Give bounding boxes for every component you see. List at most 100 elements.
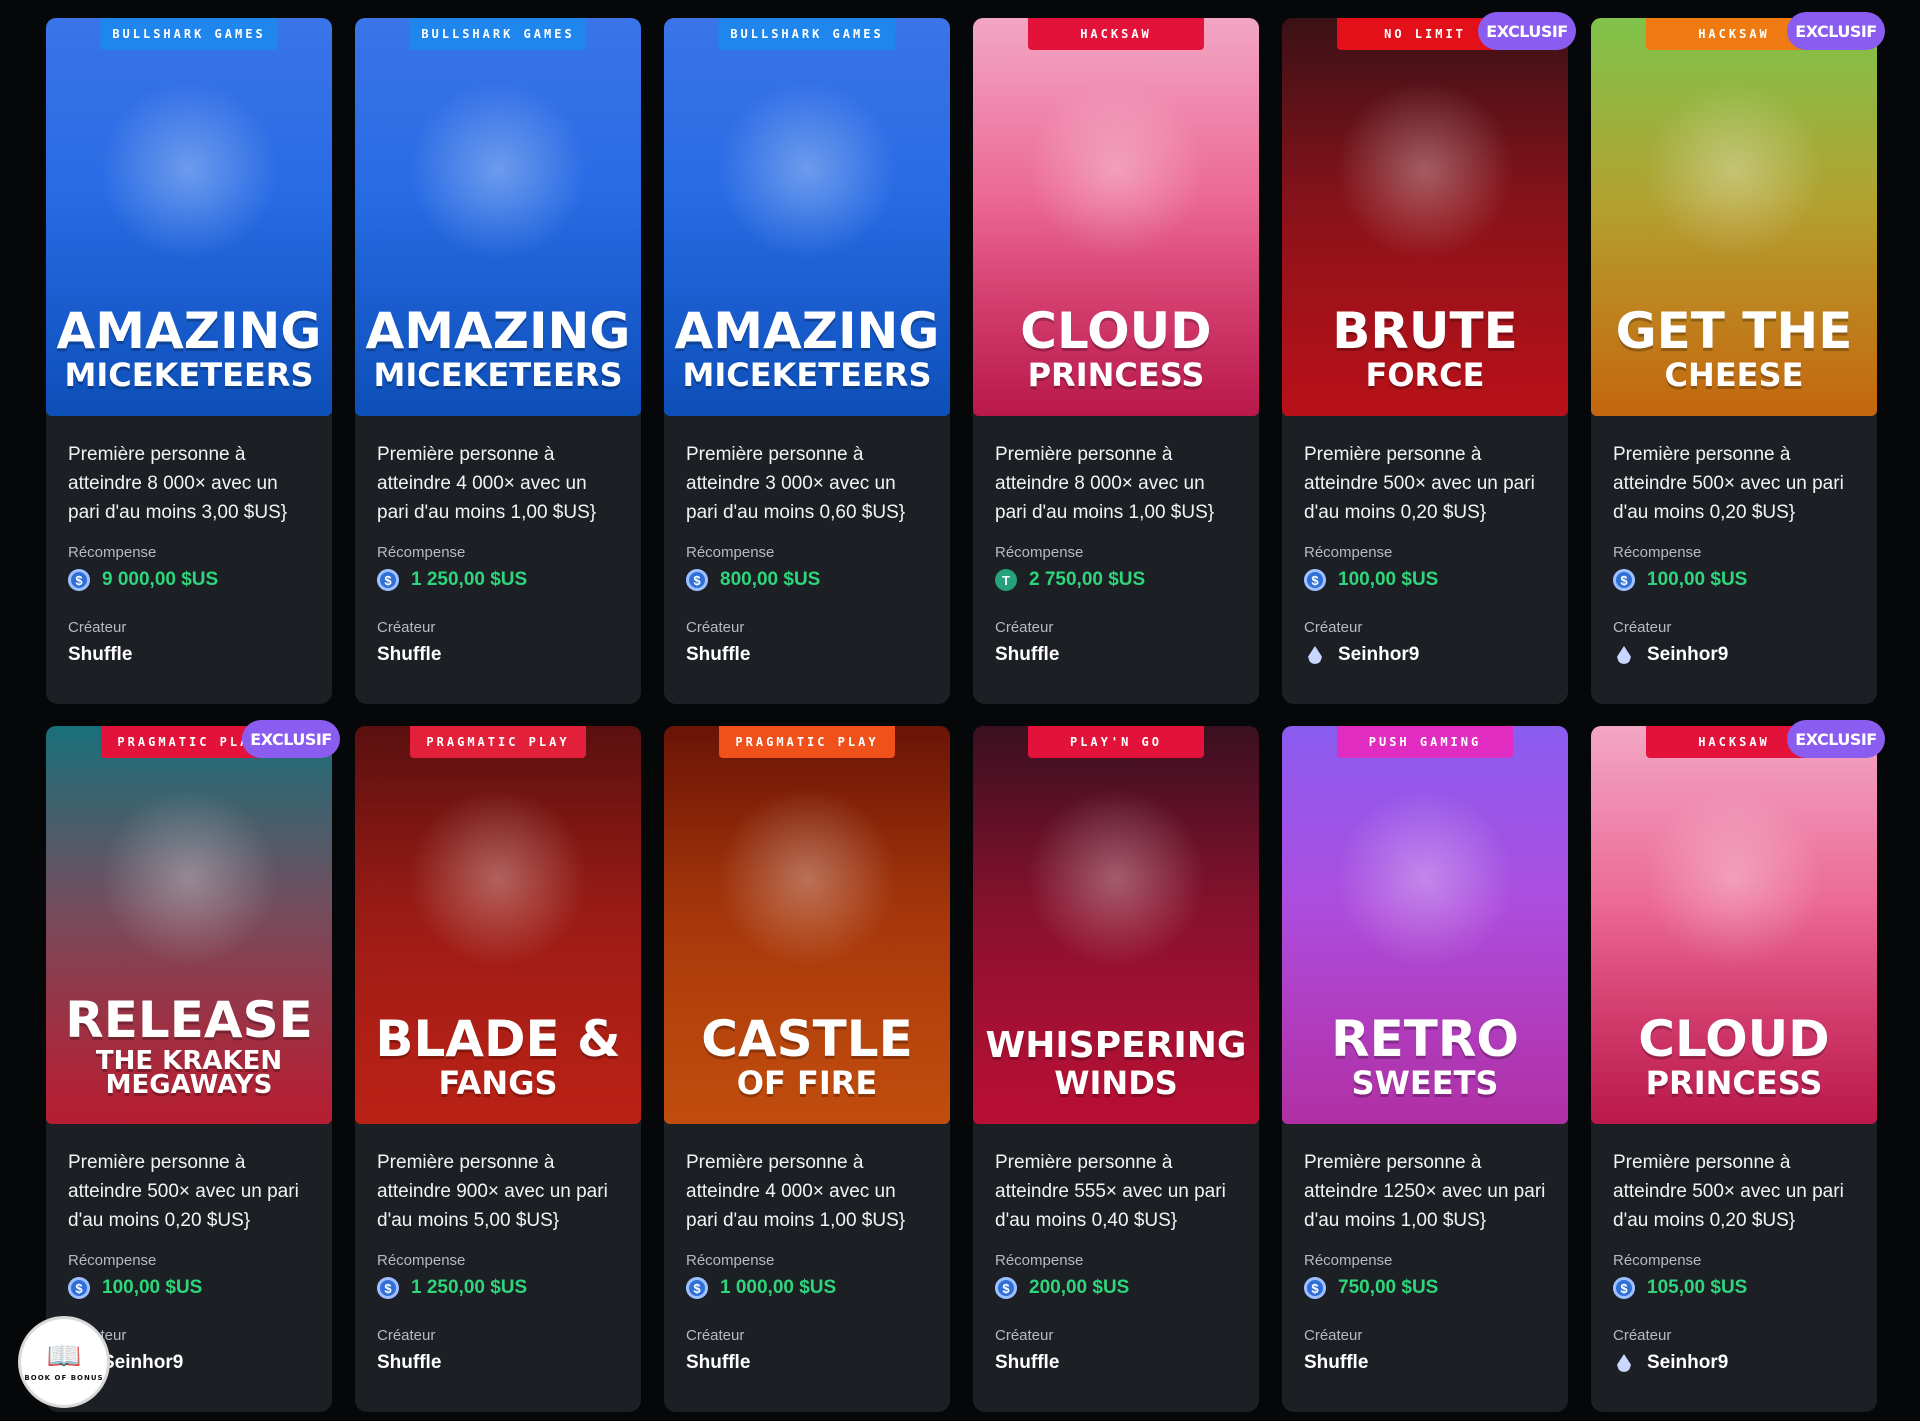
reward-row: $1 000,00 $US [686,1277,928,1299]
reward-row: $100,00 $US [68,1277,310,1299]
reward-label: Récompense [686,544,775,561]
game-title: WHISPERING WINDS [976,1028,1257,1099]
reward-row: T 2 750,00 $US [995,569,1237,591]
game-title-line1: CLOUD [1638,1010,1830,1069]
creator-name[interactable]: Shuffle [686,644,750,666]
creator-name[interactable]: Seinhor9 [1338,644,1419,666]
creator-name[interactable]: Shuffle [995,1352,1059,1374]
game-thumbnail[interactable]: PRAGMATIC PLAY CASTLE OF FIRE [664,726,950,1124]
book-of-bonus-logo: 📖 BOOK OF BONUS [18,1316,110,1408]
challenge-card[interactable]: HACKSAW CLOUD PRINCESS Première personne à … [973,18,1259,704]
game-thumbnail[interactable]: PLAY'N GO WHISPERING WINDS [973,726,1259,1124]
creator-name[interactable]: Shuffle [377,644,441,666]
game-title: AMAZING MICEKETEERS [356,302,641,390]
creator-name[interactable]: Shuffle [68,644,132,666]
challenge-info: Première personne à atteindre 4 000× ave… [664,1124,950,1374]
creator-name[interactable]: Shuffle [995,644,1059,666]
game-title-line1: AMAZING [674,302,940,361]
creator-name[interactable]: Seinhor9 [1647,1352,1728,1374]
game-thumbnail[interactable]: BULLSHARK GAMES AMAZING MICEKETEERS [355,18,641,416]
challenge-description: Première personne à atteindre 8 000× ave… [68,444,288,523]
creator-row[interactable]: Shuffle [686,644,928,666]
creator-name[interactable]: Shuffle [1304,1352,1368,1374]
creator-row[interactable]: Seinhor9 [1613,644,1855,666]
provider-label: BULLSHARK GAMES [718,18,896,50]
challenge-description: Première personne à atteindre 1250× avec… [1304,1152,1546,1231]
game-title: BRUTE FORCE [1322,306,1527,394]
challenge-card[interactable]: NO LIMIT BRUTE FORCE EXCLUSIF Première perso… [1282,12,1576,704]
droplet-icon [1617,1354,1631,1372]
creator-row[interactable]: Shuffle [995,1352,1237,1374]
challenge-info: Première personne à atteindre 500× avec … [1591,416,1877,666]
challenge-description: Première personne à atteindre 3 000× ave… [686,444,906,523]
creator-row[interactable]: Seinhor9 [1613,1352,1855,1374]
game-title: BLADE & FANGS [365,1014,630,1098]
challenge-card[interactable]: PRAGMATIC PLAY CASTLE OF FIRE Première pers… [664,726,950,1412]
reward-row: $750,00 $US [1304,1277,1546,1299]
usdc-coin-icon: $ [1613,569,1635,591]
game-thumbnail[interactable]: PRAGMATIC PLAY BLADE & FANGS [355,726,641,1124]
game-title: AMAZING MICEKETEERS [47,302,332,390]
creator-name[interactable]: Seinhor9 [102,1352,183,1374]
reward-label: Récompense [68,544,157,561]
reward-amount: 1 250,00 $US [411,569,528,590]
challenge-description: Première personne à atteindre 555× avec … [995,1152,1226,1231]
creator-row[interactable]: Shuffle [995,644,1237,666]
usdc-coin-icon: $ [995,1277,1017,1299]
challenge-card[interactable]: PRAGMATIC PLAY BLADE & FANGS Première perso… [355,726,641,1412]
usdc-coin-icon: $ [68,1277,90,1299]
challenge-card[interactable]: HACKSAW CLOUD PRINCESS EXCLUSIF Première per… [1591,720,1885,1412]
creator-label: Créateur [68,619,127,636]
game-thumbnail[interactable]: HACKSAW CLOUD PRINCESS [973,18,1259,416]
creator-name[interactable]: Seinhor9 [1647,644,1728,666]
game-title-line1: AMAZING [365,302,631,361]
game-thumbnail[interactable]: BULLSHARK GAMES AMAZING MICEKETEERS [664,18,950,416]
creator-row[interactable]: Shuffle [377,1352,619,1374]
game-thumbnail[interactable]: PRAGMATIC PLAY RELEASE THE KRAKEN MEGAWAYS [46,726,332,1124]
provider-label: PLAY'N GO [1028,726,1204,758]
game-thumbnail[interactable]: HACKSAW GET THE CHEESE [1591,18,1877,416]
game-title-line2: FORCE [1365,355,1485,394]
challenge-card[interactable]: PLAY'N GO WHISPERING WINDS Première personn… [973,726,1259,1412]
provider-label: HACKSAW [1028,18,1204,50]
reward-label: Récompense [1613,1252,1702,1269]
reward-amount: 1 250,00 $US [411,1277,528,1298]
usdc-coin-icon: $ [1613,1277,1635,1299]
game-thumbnail[interactable]: BULLSHARK GAMES AMAZING MICEKETEERS [46,18,332,416]
creator-row[interactable]: Shuffle [686,1352,928,1374]
reward-label: Récompense [1304,1252,1393,1269]
provider-label: BULLSHARK GAMES [409,18,587,50]
challenge-card[interactable]: BULLSHARK GAMES AMAZING MICEKETEERS Premièr… [355,18,641,704]
creator-label: Créateur [1613,619,1672,636]
challenge-card[interactable]: BULLSHARK GAMES AMAZING MICEKETEERS Premièr… [46,18,332,704]
usdc-coin-icon: $ [68,569,90,591]
creator-name[interactable]: Shuffle [377,1352,441,1374]
challenge-card[interactable]: BULLSHARK GAMES AMAZING MICEKETEERS Premièr… [664,18,950,704]
creator-label: Créateur [1304,1327,1363,1344]
exclusive-badge: EXCLUSIF [242,720,340,758]
challenge-card[interactable]: HACKSAW GET THE CHEESE EXCLUSIF Première per… [1591,12,1885,704]
game-thumbnail[interactable]: PUSH GAMING RETRO SWEETS [1282,726,1568,1124]
challenge-card[interactable]: PRAGMATIC PLAY RELEASE THE KRAKEN MEGAWAYS… [46,720,340,1412]
logo-text: BOOK OF BONUS [24,1374,104,1382]
challenge-card[interactable]: PUSH GAMING RETRO SWEETS Première personne … [1282,726,1568,1412]
creator-row[interactable]: Shuffle [377,644,619,666]
creator-row[interactable]: Seinhor9 [1304,644,1546,666]
creator-name[interactable]: Shuffle [686,1352,750,1374]
game-title: GET THE CHEESE [1606,306,1863,390]
reward-row: $100,00 $US [1304,569,1546,591]
creator-row[interactable]: Shuffle [1304,1352,1546,1374]
challenge-info: Première personne à atteindre 500× avec … [1591,1124,1877,1374]
game-title: AMAZING MICEKETEERS [665,302,950,390]
challenge-grid: BULLSHARK GAMES AMAZING MICEKETEERS Premièr… [46,12,1885,1412]
game-title-line1: AMAZING [56,302,322,361]
creator-label: Créateur [377,619,436,636]
creator-label: Créateur [995,619,1054,636]
game-thumbnail[interactable]: NO LIMIT BRUTE FORCE [1282,18,1568,416]
usdc-coin-icon: $ [1304,1277,1326,1299]
game-thumbnail[interactable]: HACKSAW CLOUD PRINCESS [1591,726,1877,1124]
creator-row[interactable]: Shuffle [68,644,310,666]
open-book-icon: 📖 [46,1340,82,1371]
usdc-coin-icon: $ [377,1277,399,1299]
reward-amount: 2 750,00 $US [1029,569,1146,590]
